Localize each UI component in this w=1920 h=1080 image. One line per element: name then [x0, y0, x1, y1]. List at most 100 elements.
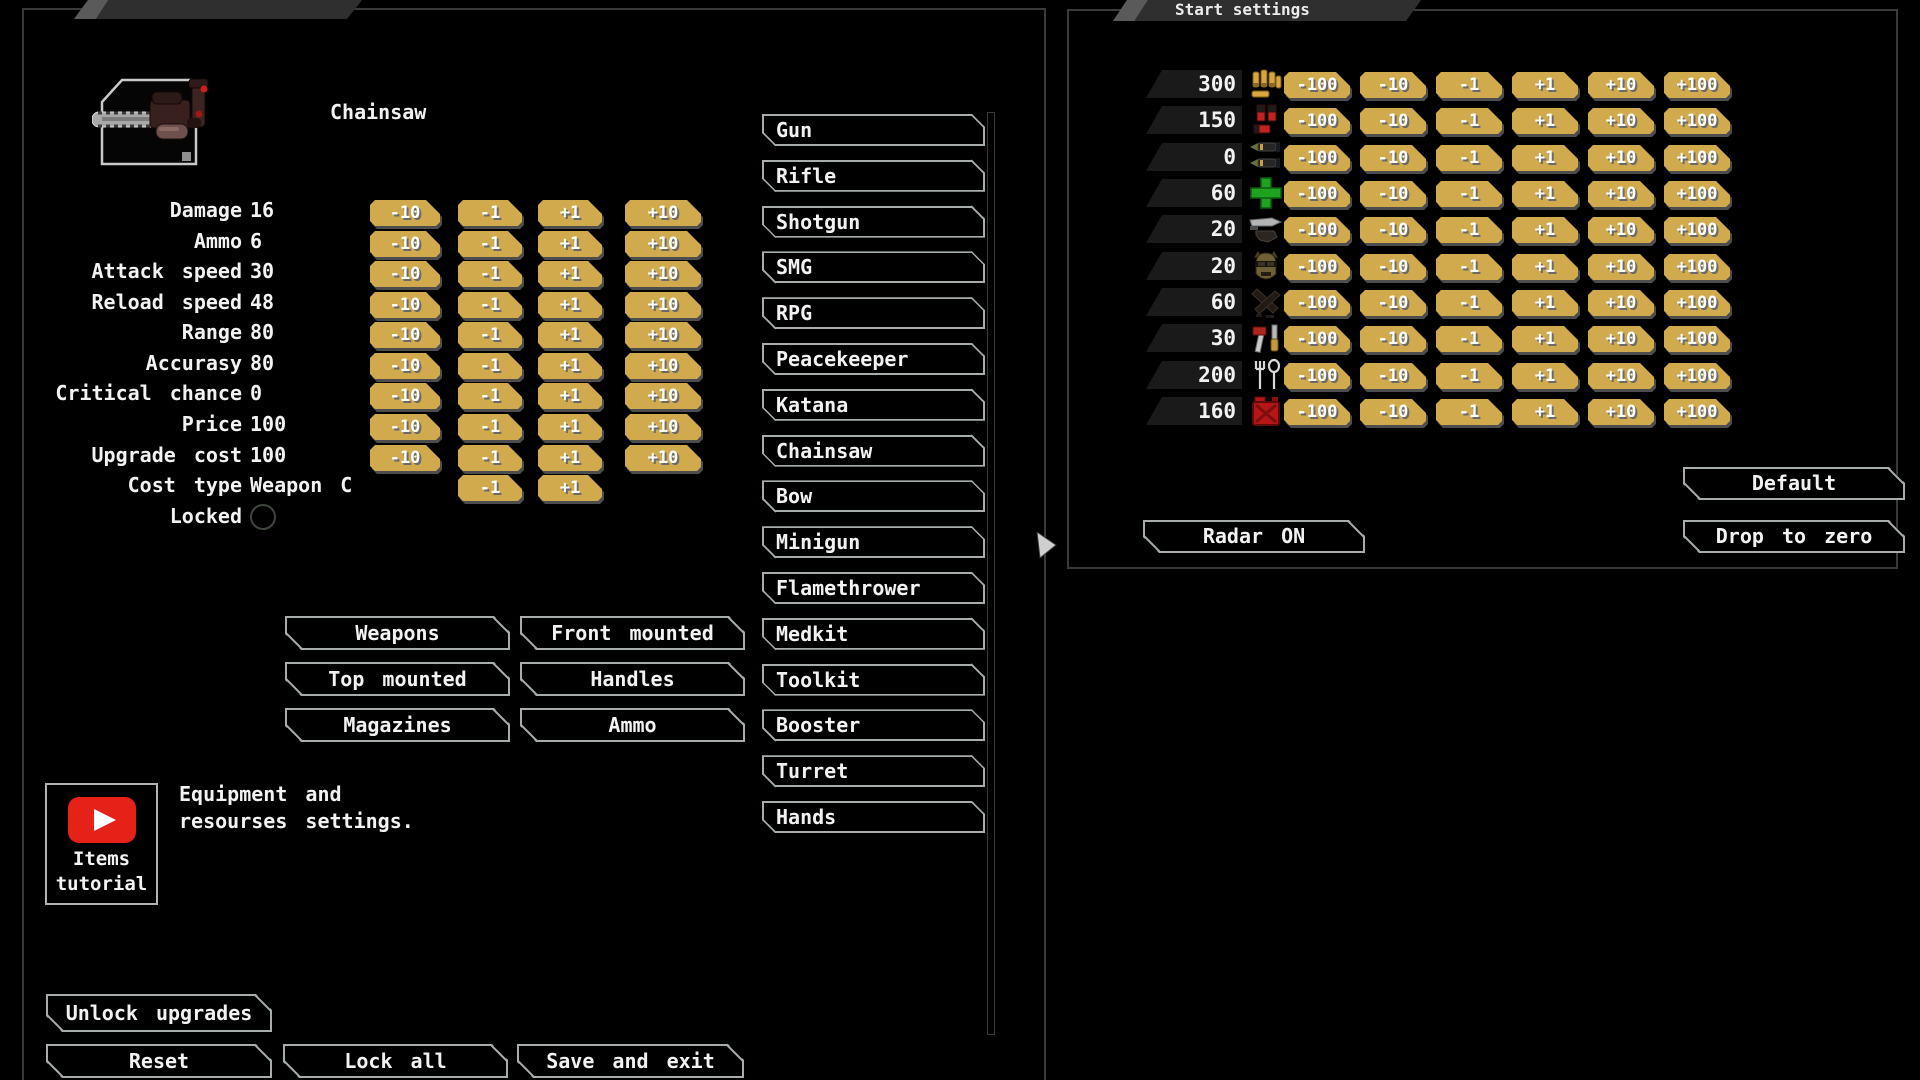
resource-plus-1-button[interactable]: +1	[1512, 145, 1578, 171]
resource-minus-100-button[interactable]: -100	[1284, 181, 1350, 207]
resource-plus-1-button[interactable]: +1	[1512, 72, 1578, 98]
items-tutorial-button[interactable]: Items tutorial	[45, 783, 158, 905]
weapon-list-item-minigun[interactable]: Minigun	[762, 526, 985, 558]
stat-minus-1-button[interactable]: -1	[458, 475, 522, 501]
resource-plus-10-button[interactable]: +10	[1588, 181, 1654, 207]
resource-minus-100-button[interactable]: -100	[1284, 290, 1350, 316]
resource-plus-10-button[interactable]: +10	[1588, 290, 1654, 316]
resource-minus-1-button[interactable]: -1	[1436, 108, 1502, 134]
weapon-list-item-flamethrower[interactable]: Flamethrower	[762, 572, 985, 604]
stat-minus-1-button[interactable]: -1	[458, 445, 522, 471]
weapon-list-item-booster[interactable]: Booster	[762, 709, 985, 741]
category-magazines-button[interactable]: Magazines	[285, 708, 510, 742]
resource-row: 60-100-10-1+1+10+100	[0, 179, 1920, 207]
resource-plus-10-button[interactable]: +10	[1588, 108, 1654, 134]
scrap-icon	[1248, 284, 1284, 320]
unlock-upgrades-button[interactable]: Unlock upgrades	[46, 994, 272, 1032]
weapon-list-item-hands[interactable]: Hands	[762, 801, 985, 833]
resource-minus-1-button[interactable]: -1	[1436, 290, 1502, 316]
resource-minus-100-button[interactable]: -100	[1284, 108, 1350, 134]
resource-minus-1-button[interactable]: -1	[1436, 363, 1502, 389]
locked-checkbox[interactable]	[250, 504, 276, 530]
resource-plus-1-button[interactable]: +1	[1512, 217, 1578, 243]
resource-plus-100-button[interactable]: +100	[1664, 108, 1730, 134]
category-top-mounted-button[interactable]: Top mounted	[285, 662, 510, 696]
resource-plus-1-button[interactable]: +1	[1512, 181, 1578, 207]
resource-plus-100-button[interactable]: +100	[1664, 145, 1730, 171]
lock-all-button[interactable]: Lock all	[283, 1044, 508, 1078]
resource-minus-100-button[interactable]: -100	[1284, 145, 1350, 171]
radar-toggle-button[interactable]: Radar ON	[1143, 520, 1365, 553]
food-icon	[1248, 357, 1284, 393]
resource-plus-100-button[interactable]: +100	[1664, 363, 1730, 389]
resource-minus-100-button[interactable]: -100	[1284, 363, 1350, 389]
resource-minus-10-button[interactable]: -10	[1360, 363, 1426, 389]
resource-minus-100-button[interactable]: -100	[1284, 399, 1350, 425]
weapon-list-item-medkit[interactable]: Medkit	[762, 618, 985, 650]
resource-minus-10-button[interactable]: -10	[1360, 181, 1426, 207]
weapon-list-item-chainsaw[interactable]: Chainsaw	[762, 435, 985, 467]
resource-minus-1-button[interactable]: -1	[1436, 145, 1502, 171]
reset-button[interactable]: Reset	[46, 1044, 272, 1078]
youtube-icon	[47, 797, 156, 847]
resource-minus-10-button[interactable]: -10	[1360, 72, 1426, 98]
resource-minus-1-button[interactable]: -1	[1436, 399, 1502, 425]
default-button[interactable]: Default	[1683, 467, 1905, 500]
resource-minus-100-button[interactable]: -100	[1284, 72, 1350, 98]
weapon-list-item-toolkit[interactable]: Toolkit	[762, 664, 985, 696]
resource-minus-100-button[interactable]: -100	[1284, 326, 1350, 352]
resource-plus-10-button[interactable]: +10	[1588, 72, 1654, 98]
resource-plus-100-button[interactable]: +100	[1664, 326, 1730, 352]
resource-minus-10-button[interactable]: -10	[1360, 108, 1426, 134]
resource-plus-10-button[interactable]: +10	[1588, 217, 1654, 243]
category-weapons-button[interactable]: Weapons	[285, 616, 510, 650]
resource-minus-1-button[interactable]: -1	[1436, 217, 1502, 243]
weapon-list-item-turret[interactable]: Turret	[762, 755, 985, 787]
resource-plus-1-button[interactable]: +1	[1512, 254, 1578, 280]
resource-minus-100-button[interactable]: -100	[1284, 254, 1350, 280]
resource-plus-10-button[interactable]: +10	[1588, 326, 1654, 352]
resource-plus-10-button[interactable]: +10	[1588, 399, 1654, 425]
weapon-settings-tab[interactable]	[74, 0, 362, 19]
resource-plus-10-button[interactable]: +10	[1588, 254, 1654, 280]
gold-button-wrap: -10	[1360, 216, 1426, 242]
save-and-exit-button[interactable]: Save and exit	[517, 1044, 744, 1078]
resource-minus-1-button[interactable]: -1	[1436, 72, 1502, 98]
resource-minus-10-button[interactable]: -10	[1360, 290, 1426, 316]
drop-to-zero-button[interactable]: Drop to zero	[1683, 520, 1905, 553]
gold-button-wrap: +10	[1588, 71, 1654, 97]
resource-minus-1-button[interactable]: -1	[1436, 254, 1502, 280]
resource-minus-10-button[interactable]: -10	[1360, 254, 1426, 280]
resource-minus-10-button[interactable]: -10	[1360, 399, 1426, 425]
resource-minus-1-button[interactable]: -1	[1436, 181, 1502, 207]
category-front-mounted-button[interactable]: Front mounted	[520, 616, 745, 650]
resource-plus-100-button[interactable]: +100	[1664, 181, 1730, 207]
resource-plus-1-button[interactable]: +1	[1512, 399, 1578, 425]
start-settings-tab[interactable]: Start settings	[1113, 0, 1421, 21]
resource-plus-1-button[interactable]: +1	[1512, 363, 1578, 389]
resource-minus-10-button[interactable]: -10	[1360, 217, 1426, 243]
resource-plus-1-button[interactable]: +1	[1512, 108, 1578, 134]
resource-plus-100-button[interactable]: +100	[1664, 217, 1730, 243]
category-handles-button[interactable]: Handles	[520, 662, 745, 696]
resource-minus-100-button[interactable]: -100	[1284, 217, 1350, 243]
weapon-list-item-bow[interactable]: Bow	[762, 480, 985, 512]
stat-plus-1-button[interactable]: +1	[538, 445, 602, 471]
category-ammo-button[interactable]: Ammo	[520, 708, 745, 742]
stat-plus-10-button[interactable]: +10	[625, 445, 701, 471]
weapon-list-scrollbar[interactable]	[987, 112, 995, 1035]
resource-plus-1-button[interactable]: +1	[1512, 290, 1578, 316]
resource-minus-10-button[interactable]: -10	[1360, 145, 1426, 171]
resource-plus-100-button[interactable]: +100	[1664, 72, 1730, 98]
resource-plus-10-button[interactable]: +10	[1588, 145, 1654, 171]
resource-minus-1-button[interactable]: -1	[1436, 326, 1502, 352]
resource-plus-100-button[interactable]: +100	[1664, 290, 1730, 316]
stat-plus-1-button[interactable]: +1	[538, 475, 602, 501]
fuel-icon	[1248, 393, 1284, 429]
resource-plus-10-button[interactable]: +10	[1588, 363, 1654, 389]
stat-minus-10-button[interactable]: -10	[370, 445, 440, 471]
resource-plus-1-button[interactable]: +1	[1512, 326, 1578, 352]
resource-plus-100-button[interactable]: +100	[1664, 254, 1730, 280]
resource-minus-10-button[interactable]: -10	[1360, 326, 1426, 352]
resource-plus-100-button[interactable]: +100	[1664, 399, 1730, 425]
